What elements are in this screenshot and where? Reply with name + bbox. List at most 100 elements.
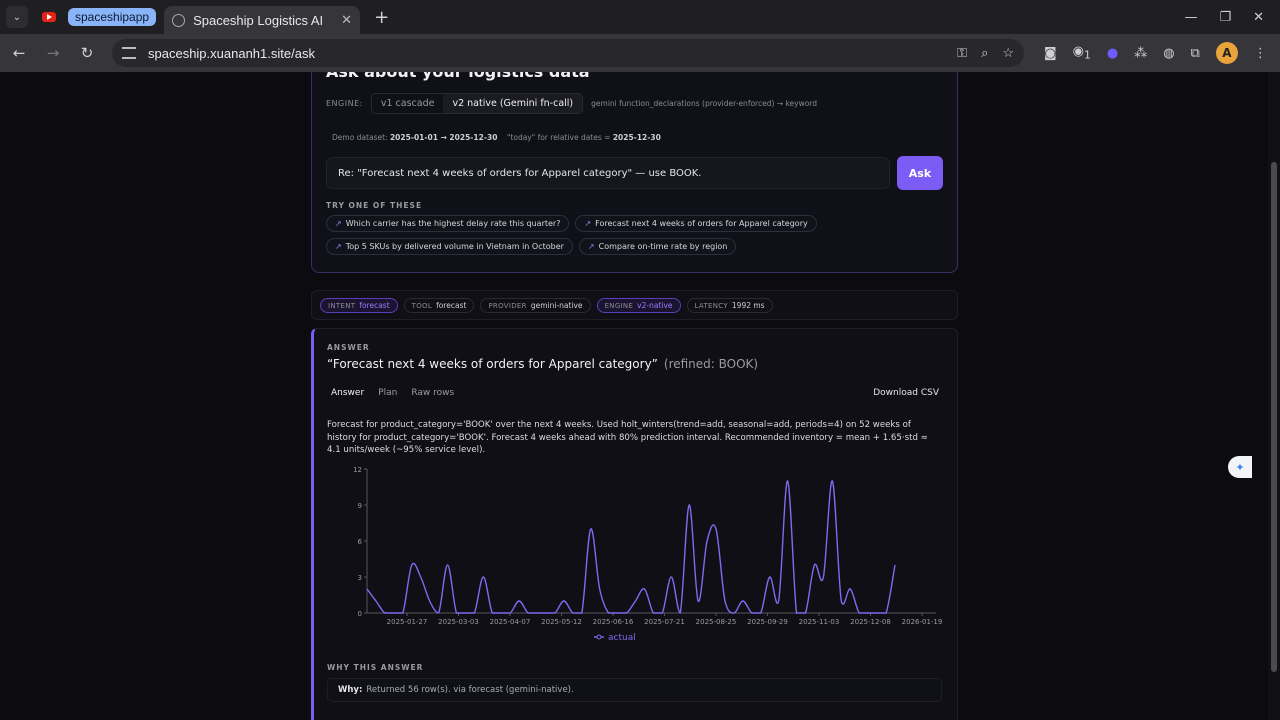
arrow-icon: ↗ [587,242,595,251]
arrow-icon: ↗ [335,219,342,228]
provider-pill: PROVIDER gemini-native [480,297,591,313]
provider-label: PROVIDER [488,301,527,310]
engine-toggle: v1 cascade v2 native (Gemini fn-call) [370,93,584,114]
profile-avatar[interactable]: A [1215,42,1238,64]
maximize-icon[interactable]: ❐ [1219,10,1231,25]
arrow-icon: ↗ [335,242,342,251]
x-tick-label: 2025-07-21 [644,618,685,626]
tab-raw-rows[interactable]: Raw rows [407,385,458,401]
new-tab-plus-icon[interactable]: + [374,7,389,28]
x-tick-label: 2025-03-03 [438,618,479,626]
scrollbar-thumb[interactable] [1271,162,1277,672]
today-value: 2025-12-30 [612,133,661,142]
answer-text: Forecast for product_category='BOOK' ove… [327,420,928,455]
bookmark-star-icon[interactable]: ☆ [1002,45,1014,61]
extension-badge-icon[interactable]: ◉1 [1073,44,1091,62]
back-arrow-icon[interactable]: ← [4,44,34,62]
x-tick-label: 2025-09-29 [747,618,788,626]
y-tick-label: 6 [358,538,363,546]
suggestion-text: Top 5 SKUs by delivered volume in Vietna… [345,242,564,251]
tab-search-chevron-icon[interactable]: ⌄ [6,6,28,28]
tool-value: forecast [436,300,467,310]
question-input[interactable]: Re: "Forecast next 4 weeks of orders for… [326,157,890,189]
zoom-icon[interactable]: ⌕ [981,45,988,61]
latency-pill: LATENCY 1992 ms [686,297,773,313]
browser-toolbar: ← → ↻ spaceship.xuananh1.site/ask ⚿ ⌕ ☆ … [0,34,1280,72]
engine-note: gemini function_declarations (provider-e… [591,99,818,108]
page-viewport: Ask about your logistics data ENGINE: v1… [0,72,1268,720]
arrow-icon: ↗ [584,219,592,228]
engine-option-v2[interactable]: v2 native (Gemini fn-call) [443,94,583,113]
tab-group-label[interactable]: spaceshipapp [68,8,157,26]
purple-extension-icon[interactable]: ● [1107,46,1118,61]
download-csv-button[interactable]: Download CSV [869,385,943,401]
url-text[interactable]: spaceship.xuananh1.site/ask [148,46,957,61]
camera-extension-icon[interactable]: ◙ [1044,46,1057,61]
engine-pill-value: v2-native [637,300,673,310]
y-tick-label: 9 [358,502,362,510]
youtube-tab-icon[interactable] [42,12,56,22]
suggestion-chips: ↗ Which carrier has the highest delay rat… [326,215,946,255]
tool-pill: TOOL forecast [403,297,475,313]
engine-option-v1[interactable]: v1 cascade [372,94,444,113]
site-info-icon[interactable] [122,47,136,59]
suggestion-chip[interactable]: ↗ Compare on-time rate by region [578,238,737,255]
address-bar[interactable]: spaceship.xuananh1.site/ask ⚿ ⌕ ☆ [112,39,1024,67]
x-tick-label: 2025-11-03 [799,618,840,626]
browser-menu-icon[interactable]: ⋮ [1254,46,1267,61]
answer-meta-bar: INTENT forecast TOOL forecast PROVIDER gemi… [311,290,958,320]
globe-icon [172,13,186,27]
engine-pill: ENGINE v2-native [596,297,681,313]
active-tab-title: Spaceship Logistics AI [193,12,324,28]
x-tick-label: 2025-12-08 [850,618,891,626]
x-tick-label: 2025-06-16 [593,618,634,626]
intent-label: INTENT [328,301,356,310]
suggestion-chip[interactable]: ↗ Forecast next 4 weeks of orders for App… [575,215,817,232]
answer-question: “Forecast next 4 weeks of orders for App… [327,357,758,371]
close-tab-icon[interactable]: ✕ [341,12,352,28]
engine-pill-label: ENGINE [604,301,634,310]
dataset-range: 2025-01-01 → 2025-12-30 [389,133,498,142]
engine-label: ENGINE: [326,99,363,108]
answer-card: ANSWER “Forecast next 4 weeks of orders … [311,328,958,720]
y-tick-label: 3 [358,574,362,582]
series-line-actual [366,480,896,614]
intent-pill: INTENT forecast [320,297,398,313]
key-icon[interactable]: ⚿ [957,45,967,61]
why-prefix: Why: [338,685,363,695]
tab-answer[interactable]: Answer [327,385,368,401]
active-tab[interactable]: Spaceship Logistics AI ✕ [164,6,361,34]
extension-badge-count: 1 [1083,48,1091,62]
forward-arrow-icon[interactable]: → [38,44,68,62]
answer-label: ANSWER [327,343,370,352]
refined-note: (refined: BOOK) [663,357,759,371]
dataset-prefix: Demo dataset: [332,133,388,142]
close-window-icon[interactable]: ✕ [1253,10,1264,25]
forecast-chart: 0 3 6 9 12 2025-01-27 2025-03-03 2025-04-07 2025… [353,466,943,643]
page-scrollbar[interactable] [1268,72,1280,720]
reload-icon[interactable]: ↻ [72,44,102,62]
legend-label: actual [608,633,636,643]
tool-label: TOOL [411,301,433,310]
page-title: Ask about your logistics data [326,72,590,81]
browser-tab-bar: ⌄ spaceshipapp Spaceship Logistics AI ✕ … [0,0,1280,34]
floating-assistant-icon[interactable]: ✦ [1228,456,1252,478]
owl-extension-icon[interactable]: ◍ [1163,46,1174,61]
answer-tabs: Answer Plan Raw rows [327,385,458,401]
tab-plan[interactable]: Plan [374,385,401,401]
x-tick-label: 2026-01-19 [902,618,943,626]
x-tick-label: 2025-08-25 [696,618,737,626]
pin-extension-icon[interactable]: ⁂ [1134,46,1147,61]
puzzle-extensions-icon[interactable]: ⧉ [1191,46,1200,61]
minimize-icon[interactable]: — [1184,10,1197,25]
suggestion-chip[interactable]: ↗ Which carrier has the highest delay rat… [326,215,570,232]
suggestion-chip[interactable]: ↗ Top 5 SKUs by delivered volume in Vietn… [326,238,573,255]
why-label: WHY THIS ANSWER [327,663,424,672]
y-tick-label: 0 [358,610,362,618]
window-controls: — ❐ ✕ [1184,0,1280,34]
extensions-area: ◙ ◉1 ● ⁂ ◍ ⧉ A ⋮ [1044,42,1267,64]
ask-card: Ask about your logistics data ENGINE: v1… [311,72,958,273]
ask-button[interactable]: Ask [897,156,943,190]
x-tick-label: 2025-04-07 [490,618,531,626]
answer-question-text: “Forecast next 4 weeks of orders for App… [327,357,658,371]
